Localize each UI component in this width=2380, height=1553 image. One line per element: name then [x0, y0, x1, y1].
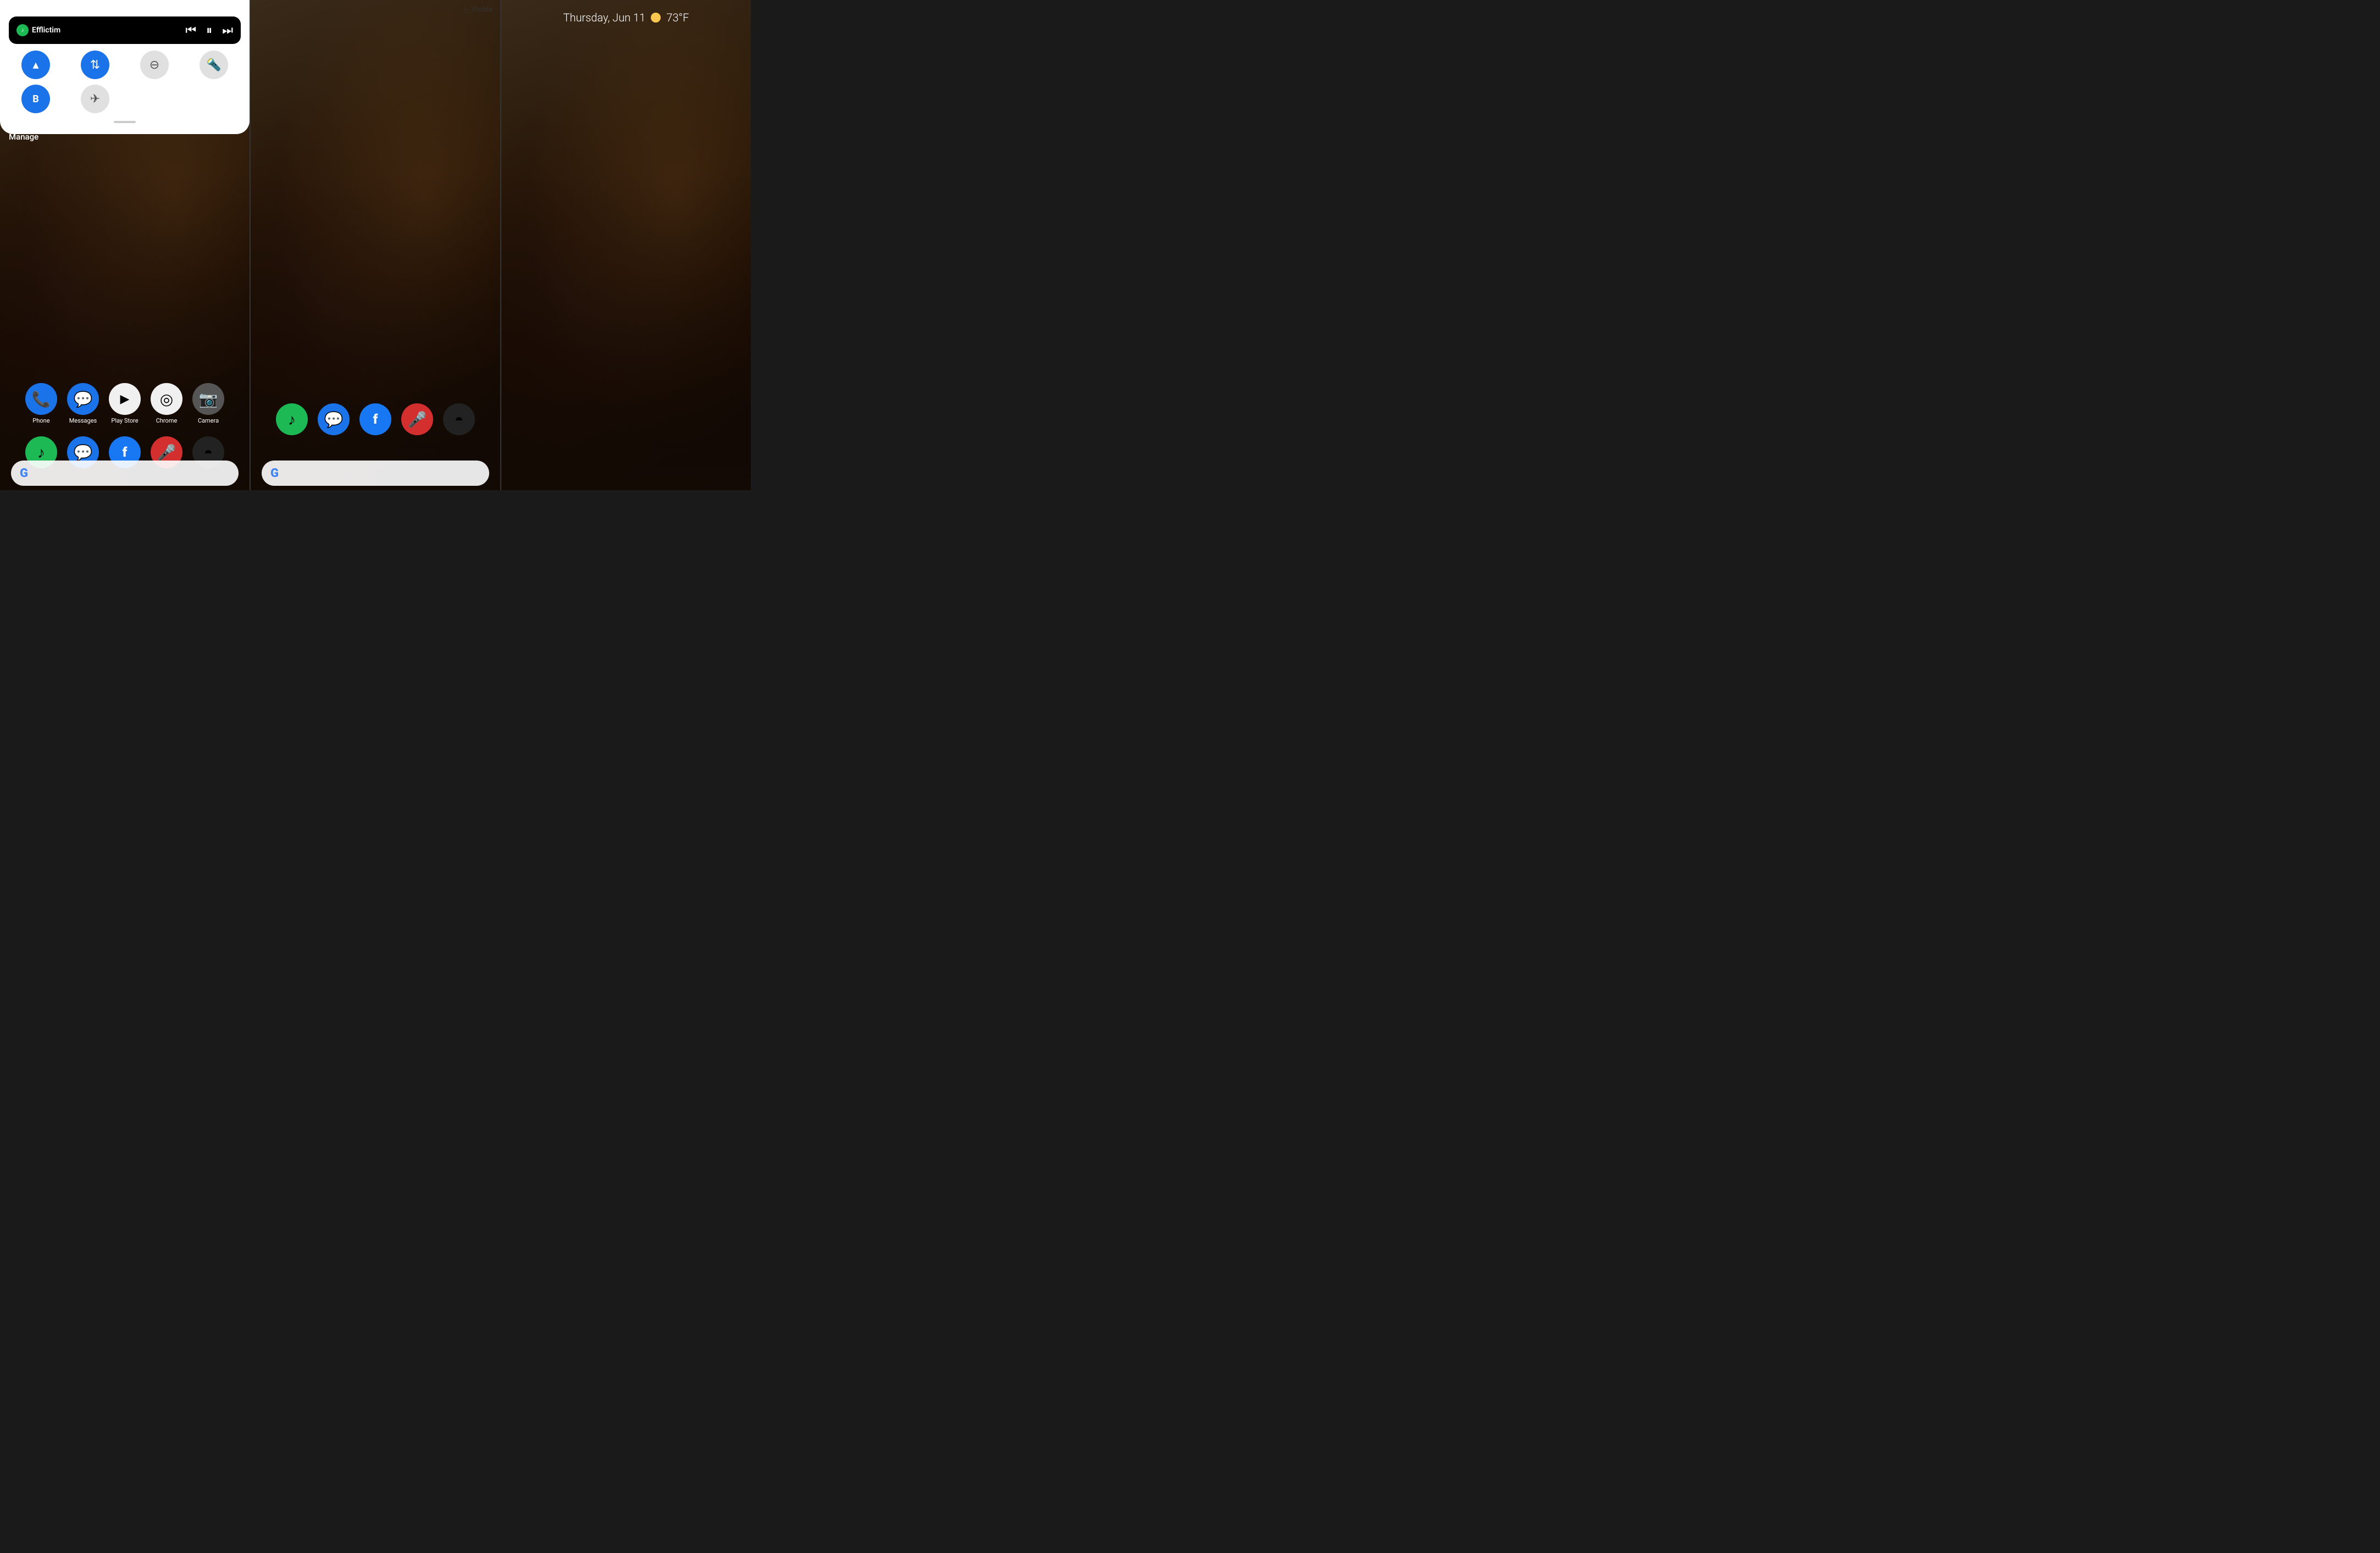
dnd-tile[interactable]: ⊖ [128, 51, 181, 79]
chrome-icon[interactable]: ◎ [151, 383, 182, 415]
pause-button-small[interactable]: ⏸ [206, 24, 212, 36]
center-panel: △ Visible WZRD ♪ Spotify Efflictim WZR [250, 0, 501, 490]
airplane-icon-tile: ✈ [90, 92, 100, 106]
google-g-icon: G [20, 467, 28, 480]
dnd-circle[interactable]: ⊖ [140, 51, 169, 79]
data-circle[interactable]: ⇅ [81, 51, 109, 79]
phone-icon[interactable]: 📞 [25, 383, 57, 415]
phone-label: Phone [32, 417, 49, 424]
spotify-icon-small: ♪ [21, 27, 24, 34]
sun-icon-right [651, 13, 661, 23]
messages-icon[interactable]: 💬 [67, 383, 99, 415]
left-panel: Thu, Jun 11 ▲ △ 🔋 3 days, 4 hr ♪ Efflict… [0, 0, 250, 490]
panel-handle [9, 119, 241, 125]
mountain-bg-right [501, 171, 751, 490]
spotify-badge-small: ♪ [16, 24, 29, 36]
bluetooth-icon-tile: B [32, 93, 39, 105]
wifi-icon-tile: ▴ [32, 58, 38, 72]
media-controls-small: ⏮ ⏸ ⏭ [185, 24, 233, 36]
handle-bar [114, 121, 136, 123]
data-icon-tile: ⇅ [90, 58, 100, 72]
app-phone[interactable]: 📞 Phone [25, 383, 57, 424]
flashlight-icon-tile: 🔦 [206, 58, 221, 72]
bluetooth-circle[interactable]: B [21, 85, 50, 113]
next-button-small[interactable]: ⏭ [222, 24, 233, 36]
dark-center-icon[interactable]: ◓ [443, 403, 475, 435]
bluetooth-tile[interactable]: B [9, 85, 63, 113]
date-weather: Thursday, Jun 11 73°F [563, 11, 689, 24]
search-bar-center[interactable]: G [262, 461, 489, 486]
media-card-left: ♪ Efflictim ⏮ ⏸ ⏭ [9, 16, 241, 44]
playstore-label: Play Store [111, 417, 138, 424]
app-chrome[interactable]: ◎ Chrome [151, 383, 182, 424]
facebook-center-icon[interactable]: f [359, 403, 391, 435]
camera-icon[interactable]: 📷 [192, 383, 224, 415]
date-weather-row: Thursday, Jun 11 73°F [501, 11, 751, 24]
messenger-center-icon[interactable]: 💬 [318, 403, 350, 435]
date-text: Thursday, Jun 11 [563, 11, 646, 24]
app-dock-center: ♪ 💬 f 🎤 ◓ [251, 403, 500, 435]
playstore-icon[interactable]: ▶ [109, 383, 141, 415]
app-dock-row1-left: 📞 Phone 💬 Messages ▶ Play Store ◎ Chrome… [0, 383, 250, 424]
airplane-circle[interactable]: ✈ [81, 85, 109, 113]
flashlight-tile[interactable]: 🔦 [187, 51, 241, 79]
notification-panel-left: ♪ Efflictim ⏮ ⏸ ⏭ ▴ ⇅ [0, 0, 250, 134]
visible-label: Visible [471, 5, 492, 14]
wifi-circle[interactable]: ▴ [21, 51, 50, 79]
flashlight-circle[interactable]: 🔦 [200, 51, 228, 79]
search-bar-left[interactable]: G [11, 461, 239, 486]
spotify-center-icon[interactable]: ♪ [276, 403, 308, 435]
google-g-icon-center: G [270, 467, 279, 480]
dnd-icon-tile: ⊖ [150, 58, 159, 72]
wifi-tile[interactable]: ▴ [9, 51, 63, 79]
data-tile[interactable]: ⇅ [68, 51, 122, 79]
app-playstore[interactable]: ▶ Play Store [109, 383, 141, 424]
media-title-small: Efflictim [32, 26, 60, 35]
mountain-bg-center [251, 171, 500, 490]
airplane-tile[interactable]: ✈ [68, 85, 122, 113]
prev-button-small[interactable]: ⏮ [185, 24, 196, 36]
messages-label: Messages [69, 417, 97, 424]
media-card-info: ♪ Efflictim [16, 24, 60, 36]
visible-tag: △ Visible [463, 5, 492, 14]
app-messages[interactable]: 💬 Messages [67, 383, 99, 424]
recorder-center-icon[interactable]: 🎤 [401, 403, 433, 435]
chrome-label: Chrome [156, 417, 178, 424]
quick-tiles-left: ▴ ⇅ ⊖ 🔦 B [9, 51, 241, 113]
app-camera[interactable]: 📷 Camera [192, 383, 224, 424]
right-panel: Thursday, Jun 11 73°F 📞 💬 ▶ ◎ 📷 WZRD Eff… [501, 0, 751, 490]
signal-small-icon: △ [463, 6, 468, 14]
temp-text: 73°F [666, 11, 689, 24]
camera-label: Camera [198, 417, 219, 424]
